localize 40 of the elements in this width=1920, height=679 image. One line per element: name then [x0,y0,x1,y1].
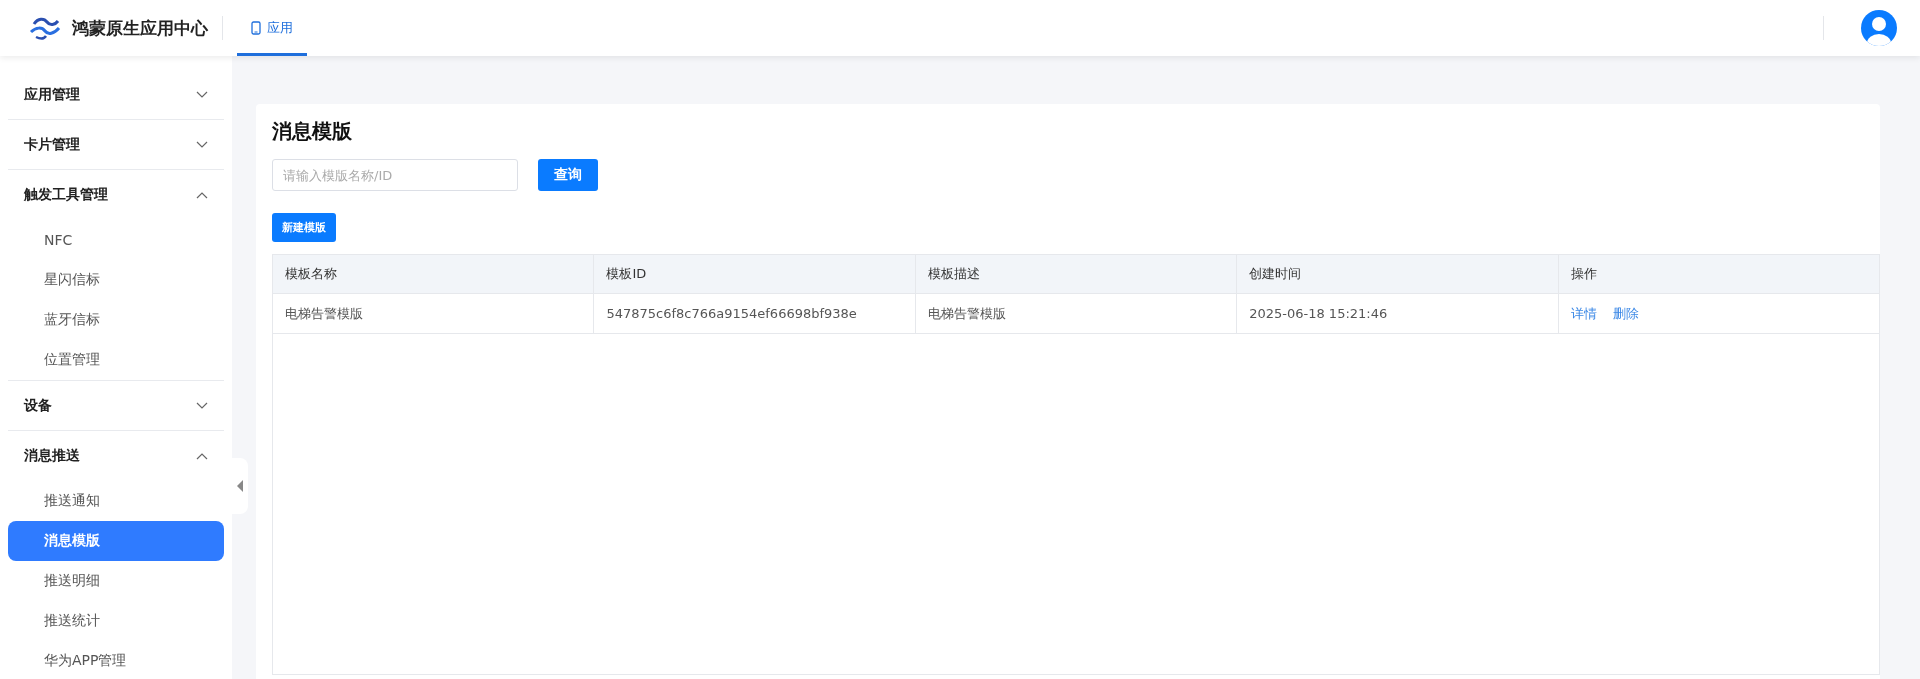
column-header: 模板名称 [272,254,594,294]
page-title: 消息模版 [272,118,353,145]
chevron-down-icon [196,140,208,149]
sidebar-item[interactable]: 消息模版 [8,521,224,561]
column-header: 创建时间 [1236,254,1559,294]
chevron-up-icon [196,191,208,199]
sidebar-item[interactable]: 蓝牙信标 [8,300,224,340]
table-cell: 电梯告警模版 [915,293,1237,334]
chevron-down-icon [196,90,208,99]
sidebar-group[interactable]: 消息推送 [8,431,224,481]
column-header: 模板描述 [915,254,1237,294]
table-cell: 547875c6f8c766a9154ef66698bf938e [593,293,916,334]
table-cell: 2025-06-18 15:21:46 [1236,293,1559,334]
action-link[interactable]: 详情 [1570,304,1597,323]
logo-icon [28,15,62,41]
sidebar-item[interactable]: 星闪信标 [8,260,224,300]
sidebar-item[interactable]: 推送明细 [8,561,224,601]
table-cell: 电梯告警模版 [272,293,594,334]
sidebar-item[interactable]: 推送统计 [8,601,224,641]
sidebar-item[interactable]: 推送通知 [8,481,224,521]
sidebar-item[interactable]: 位置管理 [8,340,224,380]
chevron-up-icon [196,452,208,460]
sidebar-item[interactable]: 华为APP管理 [8,641,224,679]
chevron-down-icon [196,401,208,410]
query-button[interactable]: 查询 [538,159,598,191]
sidebar-group[interactable]: 设备 [8,381,224,431]
new-template-button[interactable]: 新建模版 [272,213,336,242]
sidebar-item[interactable]: NFC [8,220,224,260]
avatar-icon[interactable] [1860,9,1898,47]
search-field[interactable]: 请输入模版名称/ID [272,159,518,191]
nav-tab[interactable]: 应用 [237,0,307,56]
app-name: 鸿蒙原生应用中心 [72,16,208,40]
column-header: 模板ID [593,254,916,294]
collapse-handle[interactable] [232,458,248,514]
sidebar-group[interactable]: 应用管理 [8,70,224,120]
phone-icon [251,21,261,35]
sidebar-group[interactable]: 触发工具管理 [8,170,224,220]
column-header: 操作 [1558,254,1880,294]
sidebar-group[interactable]: 卡片管理 [8,120,224,170]
action-link[interactable]: 删除 [1612,304,1639,323]
